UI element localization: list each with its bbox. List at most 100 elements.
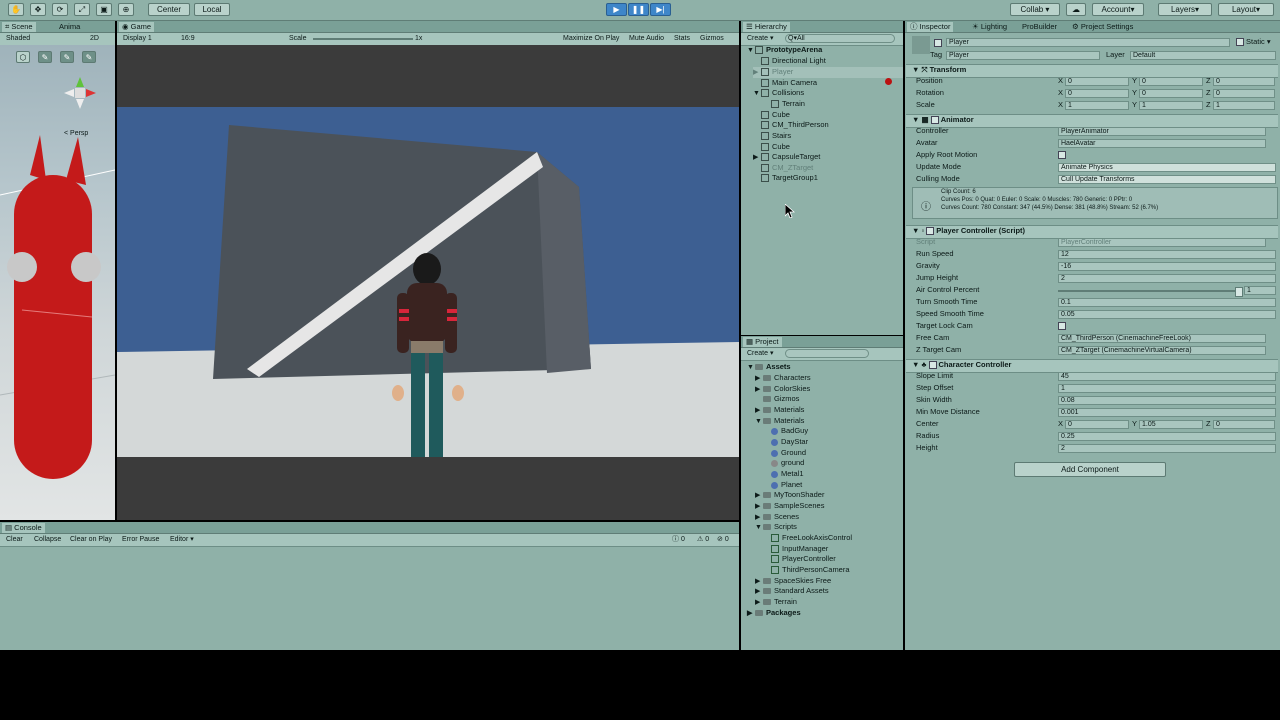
tab-scene[interactable]: ⌗ Scene xyxy=(2,22,36,32)
scale-x-field[interactable]: 1 xyxy=(1065,101,1129,110)
editor-dropdown[interactable]: Editor ▾ xyxy=(170,535,194,545)
rotation-z-field[interactable]: 0 xyxy=(1213,89,1275,98)
project-assets-root[interactable]: ▼ Assets xyxy=(747,362,791,373)
hierarchy-item[interactable]: TargetGroup1 xyxy=(761,173,818,183)
add-component-button[interactable]: Add Component xyxy=(1014,462,1166,477)
hierarchy-item[interactable]: Directional Light xyxy=(761,56,826,66)
gizmo-tool-4[interactable]: ✎ xyxy=(82,51,96,63)
hierarchy-scene-root[interactable]: ▼ PrototypeArena xyxy=(747,45,822,56)
culling-mode-dropdown[interactable]: Cull Update Transforms xyxy=(1058,175,1276,184)
target-lock-checkbox[interactable] xyxy=(1058,321,1068,331)
project-folder[interactable]: ▶ Characters xyxy=(755,373,811,384)
collab-button[interactable]: Collab ▾ xyxy=(1010,3,1060,16)
move-tool-icon[interactable]: ✥ xyxy=(30,3,46,16)
project-folder[interactable]: ▶ Standard Assets xyxy=(755,586,829,597)
cloud-icon[interactable]: ☁ xyxy=(1066,3,1086,16)
scene-viewport[interactable]: ⬡ ✎ ✎ ✎ < Persp xyxy=(0,45,115,520)
rotation-y-field[interactable]: 0 xyxy=(1139,89,1203,98)
active-checkbox[interactable] xyxy=(934,38,944,48)
project-create-button[interactable]: Create ▾ xyxy=(747,349,773,359)
gizmo-tool-1[interactable]: ⬡ xyxy=(16,51,30,63)
aspect-dropdown[interactable]: 16:9 xyxy=(181,34,195,44)
material-item[interactable]: Planet xyxy=(771,480,802,490)
gizmo-tool-3[interactable]: ✎ xyxy=(60,51,74,63)
controller-field[interactable]: PlayerAnimator xyxy=(1058,127,1266,136)
tab-animation[interactable]: Anima xyxy=(56,22,83,32)
air-control-field[interactable]: 1 xyxy=(1244,286,1276,295)
pause-button[interactable]: ❚❚ xyxy=(628,3,649,16)
character-controller-header[interactable]: ▼ ♣ Character Controller xyxy=(906,359,1278,373)
jump-height-field[interactable]: 2 xyxy=(1058,274,1276,283)
hierarchy-item[interactable]: ▼ Collisions xyxy=(753,88,804,99)
hierarchy-search-input[interactable]: Q▾All xyxy=(785,34,895,43)
project-folder[interactable]: ▶ Terrain xyxy=(755,597,797,608)
error-count[interactable]: ⊘ 0 xyxy=(717,535,729,545)
scale-y-field[interactable]: 1 xyxy=(1139,101,1203,110)
play-button[interactable]: ▶ xyxy=(606,3,627,16)
z-target-cam-field[interactable]: CM_ZTarget (CinemachineVirtualCamera) xyxy=(1058,346,1266,355)
turn-smooth-field[interactable]: 0.1 xyxy=(1058,298,1276,307)
hierarchy-item[interactable]: CM_ZTarget xyxy=(761,163,813,173)
tab-project-settings[interactable]: ⚙ Project Settings xyxy=(1069,22,1136,32)
hierarchy-create-button[interactable]: Create ▾ xyxy=(747,34,773,44)
tab-console[interactable]: ▤ Console xyxy=(2,523,45,533)
project-folder[interactable]: ▶ MyToonShader xyxy=(755,490,824,501)
update-mode-dropdown[interactable]: Animate Physics xyxy=(1058,163,1276,172)
speed-smooth-field[interactable]: 0.05 xyxy=(1058,310,1276,319)
mute-audio-toggle[interactable]: Mute Audio xyxy=(629,34,664,44)
clear-on-play-toggle[interactable]: Clear on Play xyxy=(70,535,112,545)
step-button[interactable]: ▶| xyxy=(650,3,671,16)
script-item[interactable]: ThirdPersonCamera xyxy=(771,565,850,575)
project-folder[interactable]: ▶ SampleScenes xyxy=(755,501,824,512)
tag-dropdown[interactable]: Player xyxy=(946,51,1100,60)
persp-label[interactable]: < Persp xyxy=(64,129,88,139)
step-offset-field[interactable]: 1 xyxy=(1058,384,1276,393)
layer-dropdown[interactable]: Default xyxy=(1130,51,1276,60)
pivot-toggle[interactable]: Center xyxy=(148,3,190,16)
hierarchy-item[interactable]: Main Camera xyxy=(761,78,817,88)
log-count[interactable]: ⓘ 0 xyxy=(672,535,685,545)
gameobject-name-field[interactable]: Player xyxy=(946,38,1230,47)
rect-tool-icon[interactable]: ▣ xyxy=(96,3,112,16)
rotation-x-field[interactable]: 0 xyxy=(1065,89,1129,98)
position-y-field[interactable]: 0 xyxy=(1139,77,1203,86)
material-item[interactable]: DayStar xyxy=(771,437,808,447)
player-controller-header[interactable]: ▼ ▫ Player Controller (Script) xyxy=(906,225,1278,239)
tab-inspector[interactable]: ⓘ Inspector xyxy=(907,22,954,32)
tab-probuilder[interactable]: ProBuilder xyxy=(1019,22,1060,32)
hand-tool-icon[interactable]: ✋ xyxy=(8,3,24,16)
console-collapse-toggle[interactable]: Collapse xyxy=(34,535,61,545)
tab-hierarchy[interactable]: ☰ Hierarchy xyxy=(743,22,790,32)
project-folder[interactable]: ▼ Scripts xyxy=(755,522,797,533)
hierarchy-item-selected[interactable]: ▶ Player xyxy=(753,67,903,78)
hierarchy-item[interactable]: Stairs xyxy=(761,131,791,141)
static-dropdown[interactable]: Static ▾ xyxy=(1236,37,1271,47)
space-toggle[interactable]: Local xyxy=(194,3,230,16)
run-speed-field[interactable]: 12 xyxy=(1058,250,1276,259)
maximize-on-play-toggle[interactable]: Maximize On Play xyxy=(563,34,619,44)
position-z-field[interactable]: 0 xyxy=(1213,77,1275,86)
radius-field[interactable]: 0.25 xyxy=(1058,432,1276,441)
shading-dropdown[interactable]: Shaded xyxy=(6,34,30,44)
rotate-tool-icon[interactable]: ⟳ xyxy=(52,3,68,16)
animator-header[interactable]: ▼ ▦ Animator xyxy=(906,114,1278,128)
project-folder[interactable]: Gizmos xyxy=(755,394,799,404)
orientation-gizmo-icon[interactable] xyxy=(60,73,100,113)
slope-limit-field[interactable]: 45 xyxy=(1058,372,1276,381)
center-y-field[interactable]: 1.05 xyxy=(1139,420,1203,429)
hierarchy-item[interactable]: CM_ThirdPerson xyxy=(761,120,829,130)
transform-header[interactable]: ▼ ⤧ Transform xyxy=(906,64,1278,78)
project-search-input[interactable] xyxy=(785,349,869,358)
script-item[interactable]: InputManager xyxy=(771,544,828,554)
console-clear-button[interactable]: Clear xyxy=(6,535,23,545)
gravity-field[interactable]: -16 xyxy=(1058,262,1276,271)
hierarchy-item[interactable]: Cube xyxy=(761,110,790,120)
game-viewport[interactable] xyxy=(117,45,739,520)
scale-tool-icon[interactable]: ⤢ xyxy=(74,3,90,16)
free-cam-field[interactable]: CM_ThirdPerson (CinemachineFreeLook) xyxy=(1058,334,1266,343)
tab-project[interactable]: ▦ Project xyxy=(743,337,782,347)
material-item[interactable]: Ground xyxy=(771,448,806,458)
material-item[interactable]: ground xyxy=(771,458,804,468)
skin-width-field[interactable]: 0.08 xyxy=(1058,396,1276,405)
material-item[interactable]: BadGuy xyxy=(771,426,808,436)
